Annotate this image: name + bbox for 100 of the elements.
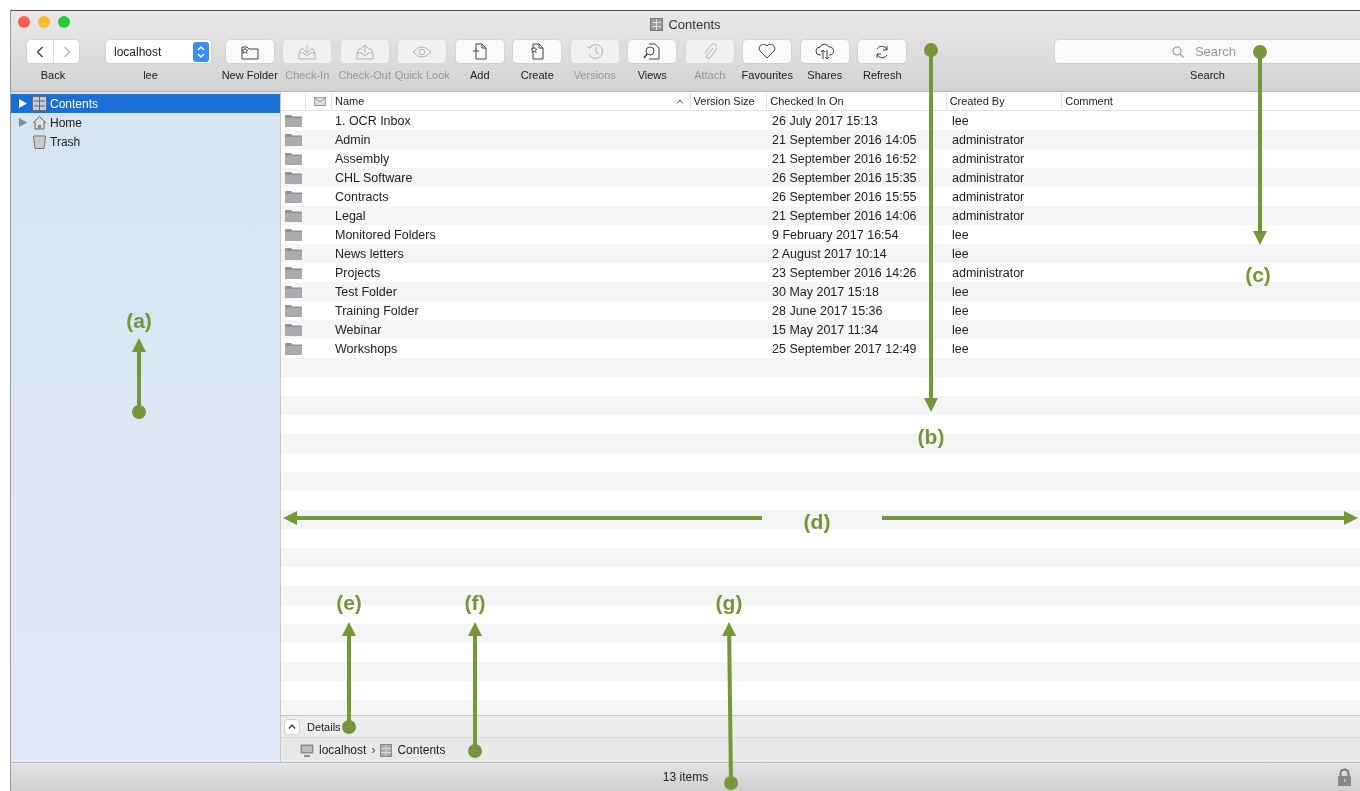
toolbar-button[interactable] — [513, 40, 562, 63]
table-cell: lee — [952, 227, 969, 242]
table-cell: Test Folder — [335, 284, 397, 299]
cabinet-icon — [380, 743, 393, 757]
table-cell: 26 September 2016 15:55 — [772, 189, 917, 204]
table-cell: CHL Software — [335, 170, 413, 185]
column-header[interactable]: Created By — [945, 93, 1062, 109]
table-cell: 21 September 2016 14:05 — [772, 132, 917, 147]
folder-icon — [284, 247, 302, 260]
table-cell: administrator — [952, 189, 1025, 204]
details-toggle-button[interactable] — [285, 719, 299, 734]
table-cell: administrator — [952, 265, 1025, 280]
table-cell: lee — [952, 284, 969, 299]
folder-icon — [284, 133, 302, 146]
table-cell: Workshops — [335, 341, 398, 356]
chevron-left-icon — [36, 45, 44, 58]
table-cell: lee — [952, 303, 969, 318]
path-separator: › — [371, 743, 376, 757]
folder-icon — [284, 285, 302, 298]
computer-icon — [300, 743, 314, 757]
table-cell: 28 June 2017 15:36 — [772, 303, 883, 318]
minimize-button[interactable] — [38, 16, 50, 28]
stepper-icon — [193, 41, 209, 62]
table-cell: administrator — [952, 151, 1025, 166]
server-dropdown[interactable]: localhost — [106, 40, 211, 63]
sidebar-item[interactable]: Home — [11, 113, 280, 132]
toolbar-label: Views — [637, 69, 667, 81]
item-count: 13 items — [662, 770, 709, 784]
close-button[interactable] — [18, 16, 30, 28]
clock-icon — [585, 43, 604, 60]
annotation-label: (f) — [463, 590, 487, 616]
toolbar-label: lee — [143, 69, 158, 81]
paperclip-icon — [702, 42, 717, 61]
table-cell: Training Folder — [335, 303, 419, 318]
table-cell: administrator — [952, 170, 1025, 185]
table-cell: lee — [952, 246, 969, 261]
folder-icon — [284, 190, 302, 203]
document-star-icon — [529, 43, 546, 60]
toolbar-button[interactable] — [800, 40, 849, 63]
trash-icon — [32, 134, 47, 149]
table-cell: lee — [952, 113, 969, 128]
table-cell: lee — [952, 341, 969, 356]
cabinet-icon — [32, 96, 47, 111]
sort-caret-icon — [675, 98, 684, 104]
table-cell: Legal — [335, 208, 366, 223]
column-header[interactable]: Checked In On — [766, 93, 946, 109]
cabinet-icon — [650, 17, 664, 31]
annotation-label: (e) — [335, 590, 363, 616]
folder-icon — [284, 228, 302, 241]
folder-icon — [284, 209, 302, 222]
column-header[interactable]: Name — [331, 93, 690, 109]
window-title: Contents — [668, 16, 721, 32]
tray-upload-icon — [354, 43, 375, 60]
table-cell: 9 February 2017 16:54 — [772, 227, 899, 242]
folder-icon — [284, 114, 302, 127]
folder-icon — [284, 152, 302, 165]
toolbar-label: Attach — [694, 69, 726, 81]
search-field[interactable]: Search — [1055, 40, 1360, 63]
column-header[interactable]: Version Size — [689, 93, 767, 109]
toolbar-label: Favourites — [741, 69, 793, 81]
toolbar-label: Back — [40, 69, 66, 81]
table-cell: 2 August 2017 10:14 — [772, 246, 887, 261]
sidebar-item[interactable]: Trash — [11, 132, 280, 151]
table-cell: 30 May 2017 15:18 — [772, 284, 880, 299]
folder-icon — [284, 304, 302, 317]
chevron-up-icon — [288, 724, 296, 729]
sidebar-item[interactable]: Contents — [11, 94, 280, 113]
toolbar-button[interactable] — [858, 40, 907, 63]
document-plus-icon — [471, 43, 488, 60]
house-icon — [32, 115, 47, 130]
table-cell: Admin — [335, 132, 371, 147]
annotation-label: (g) — [714, 590, 744, 616]
table-cell: 23 September 2016 14:26 — [772, 265, 917, 280]
disclosure-triangle-icon[interactable] — [19, 99, 27, 108]
annotation-label: (c) — [1244, 262, 1272, 288]
table-cell: 26 July 2017 15:13 — [772, 113, 878, 128]
toolbar-label: New Folder — [221, 69, 278, 81]
zoom-button[interactable] — [58, 16, 70, 28]
toolbar-button[interactable] — [455, 40, 504, 63]
table-cell: 15 May 2017 11:34 — [772, 322, 879, 337]
heart-icon — [758, 44, 777, 59]
column-header[interactable]: Comment — [1061, 93, 1360, 109]
document-search-icon — [643, 43, 662, 60]
cloud-icon — [814, 43, 835, 60]
table-cell: administrator — [952, 208, 1025, 223]
table-cell: 25 September 2017 12:49 — [772, 341, 917, 356]
annotation-label: (a) — [125, 308, 153, 334]
table-cell: Projects — [335, 265, 381, 280]
toolbar-button[interactable] — [225, 40, 274, 63]
folder-icon — [284, 171, 302, 184]
toolbar-label: Versions — [573, 69, 616, 81]
path-item[interactable]: localhost — [319, 743, 367, 757]
path-item[interactable]: Contents — [397, 743, 446, 757]
toolbar-button[interactable] — [628, 40, 677, 63]
lock-icon[interactable] — [1337, 768, 1352, 786]
table-cell: Contracts — [335, 189, 389, 204]
toolbar-button[interactable] — [743, 40, 792, 63]
disclosure-triangle-icon[interactable] — [19, 118, 27, 127]
tray-download-icon — [297, 43, 318, 60]
toolbar-label: Refresh — [863, 69, 902, 81]
